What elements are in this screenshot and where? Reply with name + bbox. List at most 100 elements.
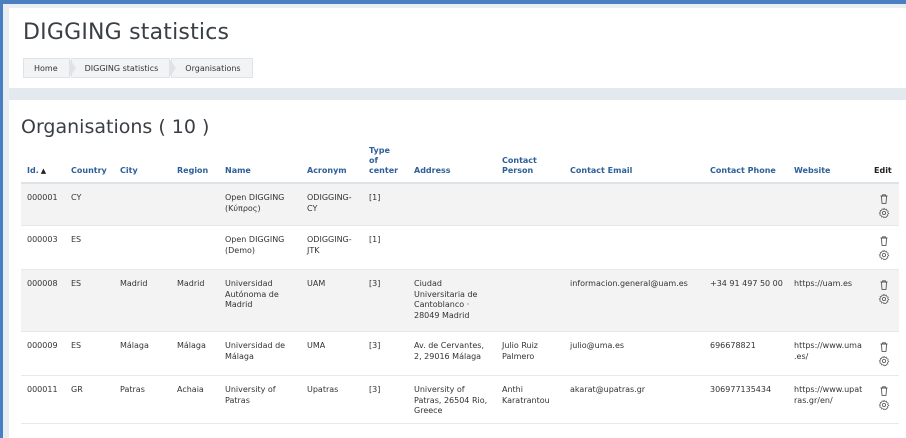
col-header-city[interactable]: City: [114, 146, 171, 184]
col-header-address[interactable]: Address: [408, 146, 496, 184]
cell-name: Universidad Autónoma de Madrid: [219, 269, 301, 332]
breadcrumb-digging-statistics[interactable]: DIGGING statistics: [70, 58, 176, 78]
cell-website: https://www.uma.es/: [788, 331, 868, 376]
cell-city: Madrid: [114, 269, 171, 332]
col-header-website[interactable]: Website: [788, 146, 868, 184]
cell-address: University of Patras, 26504 Rio, Greece: [408, 375, 496, 424]
cell-id: 000008: [21, 269, 65, 332]
cell-edit: [868, 225, 899, 270]
cell-phone: [704, 183, 788, 226]
window-top-border: [0, 0, 906, 4]
trash-icon[interactable]: [878, 193, 890, 205]
cell-id: 000009: [21, 331, 65, 376]
cell-name: Open DIGGING (Κύπρος): [219, 183, 301, 226]
cell-phone: +34 91 497 50 00: [704, 269, 788, 332]
table-header-row: Id. ▲ Country City Region Name Acronym Ty…: [21, 146, 899, 184]
cell-name: University of Patras: [219, 375, 301, 424]
cell-contact: Anthi Karatrantou: [496, 375, 564, 424]
settings-gear-icon[interactable]: [878, 207, 890, 219]
cell-acronym: UMA: [301, 331, 363, 376]
organisations-panel: Organisations ( 10 ) Id. ▲ Country City R…: [9, 100, 906, 438]
cell-region: [171, 225, 219, 270]
col-header-country[interactable]: Country: [65, 146, 114, 184]
cell-city: [114, 183, 171, 226]
settings-gear-icon[interactable]: [878, 399, 890, 411]
col-header-contact-phone[interactable]: Contact Phone: [704, 146, 788, 184]
table-row: 000001 CY Open DIGGING (Κύπρος) ODIGGING-CY…: [21, 183, 899, 226]
cell-website: https://www.upatras.gr/en/: [788, 375, 868, 424]
cell-contact: Julio Ruiz Palmero: [496, 331, 564, 376]
cell-address: Ciudad Universitaria de Cantoblanco · 28…: [408, 269, 496, 332]
cell-edit: [868, 269, 899, 332]
cell-city: [114, 225, 171, 270]
table-row: 000011 GR Patras Achaia University of Patras…: [21, 375, 899, 424]
table-row: 000003 ES Open DIGGING (Demo) ODIGGING-JTK[…: [21, 225, 899, 270]
cell-email: [564, 183, 704, 226]
cell-website: [788, 183, 868, 226]
cell-email: informacion.general@uam.es: [564, 269, 704, 332]
col-header-name[interactable]: Name: [219, 146, 301, 184]
sort-ascending-icon[interactable]: ▲: [41, 166, 46, 176]
settings-gear-icon[interactable]: [878, 249, 890, 261]
cell-id: 000011: [21, 375, 65, 424]
settings-gear-icon[interactable]: [878, 293, 890, 305]
cell-acronym: UAM: [301, 269, 363, 332]
cell-acronym: ODIGGING-JTK: [301, 225, 363, 270]
organisations-table: Id. ▲ Country City Region Name Acronym Ty…: [21, 146, 899, 424]
section-divider: [9, 88, 906, 100]
trash-icon[interactable]: [878, 341, 890, 353]
cell-contact: [496, 269, 564, 332]
cell-phone: 696678821: [704, 331, 788, 376]
window-left-border: [0, 0, 3, 438]
breadcrumb-organisations[interactable]: Organisations: [171, 58, 253, 78]
col-header-acronym[interactable]: Acronym: [301, 146, 363, 184]
cell-acronym: ODIGGING-CY: [301, 183, 363, 226]
cell-address: [408, 183, 496, 226]
cell-email: akarat@upatras.gr: [564, 375, 704, 424]
trash-icon[interactable]: [878, 235, 890, 247]
col-header-region[interactable]: Region: [171, 146, 219, 184]
cell-id: 000001: [21, 183, 65, 226]
cell-email: [564, 225, 704, 270]
cell-edit: [868, 331, 899, 376]
breadcrumb: Home DIGGING statistics Organisations: [23, 58, 254, 78]
cell-type: [3]: [363, 269, 408, 332]
cell-region: Madrid: [171, 269, 219, 332]
section-title: Organisations ( 10 ): [21, 116, 210, 138]
cell-contact: [496, 183, 564, 226]
cell-id: 000003: [21, 225, 65, 270]
cell-edit: [868, 183, 899, 226]
cell-region: Achaia: [171, 375, 219, 424]
col-header-contact-person[interactable]: Contact Person: [496, 146, 564, 184]
col-header-contact-email[interactable]: Contact Email: [564, 146, 704, 184]
cell-name: Open DIGGING (Demo): [219, 225, 301, 270]
page-title: DIGGING statistics: [23, 20, 230, 45]
cell-country: ES: [65, 331, 114, 376]
col-header-type-of-center[interactable]: Type of center: [363, 146, 408, 184]
cell-region: Málaga: [171, 331, 219, 376]
cell-website: https://uam.es: [788, 269, 868, 332]
cell-website: [788, 225, 868, 270]
col-header-id[interactable]: Id. ▲: [21, 146, 65, 184]
page-header: DIGGING statistics Home DIGGING statisti…: [9, 8, 906, 88]
cell-city: Málaga: [114, 331, 171, 376]
cell-country: GR: [65, 375, 114, 424]
cell-address: [408, 225, 496, 270]
table-row: 000008 ES Madrid Madrid Universidad Autónoma…: [21, 269, 899, 332]
cell-acronym: Upatras: [301, 375, 363, 424]
trash-icon[interactable]: [878, 385, 890, 397]
cell-country: ES: [65, 269, 114, 332]
cell-type: [3]: [363, 375, 408, 424]
cell-type: [3]: [363, 331, 408, 376]
cell-name: Universidad de Málaga: [219, 331, 301, 376]
col-header-edit: Edit: [868, 146, 899, 184]
settings-gear-icon[interactable]: [878, 355, 890, 367]
cell-type: [1]: [363, 225, 408, 270]
cell-type: [1]: [363, 183, 408, 226]
cell-phone: 306977135434: [704, 375, 788, 424]
cell-country: ES: [65, 225, 114, 270]
breadcrumb-home[interactable]: Home: [23, 58, 76, 78]
cell-address: Av. de Cervantes, 2, 29016 Málaga: [408, 331, 496, 376]
cell-email: julio@uma.es: [564, 331, 704, 376]
trash-icon[interactable]: [878, 279, 890, 291]
